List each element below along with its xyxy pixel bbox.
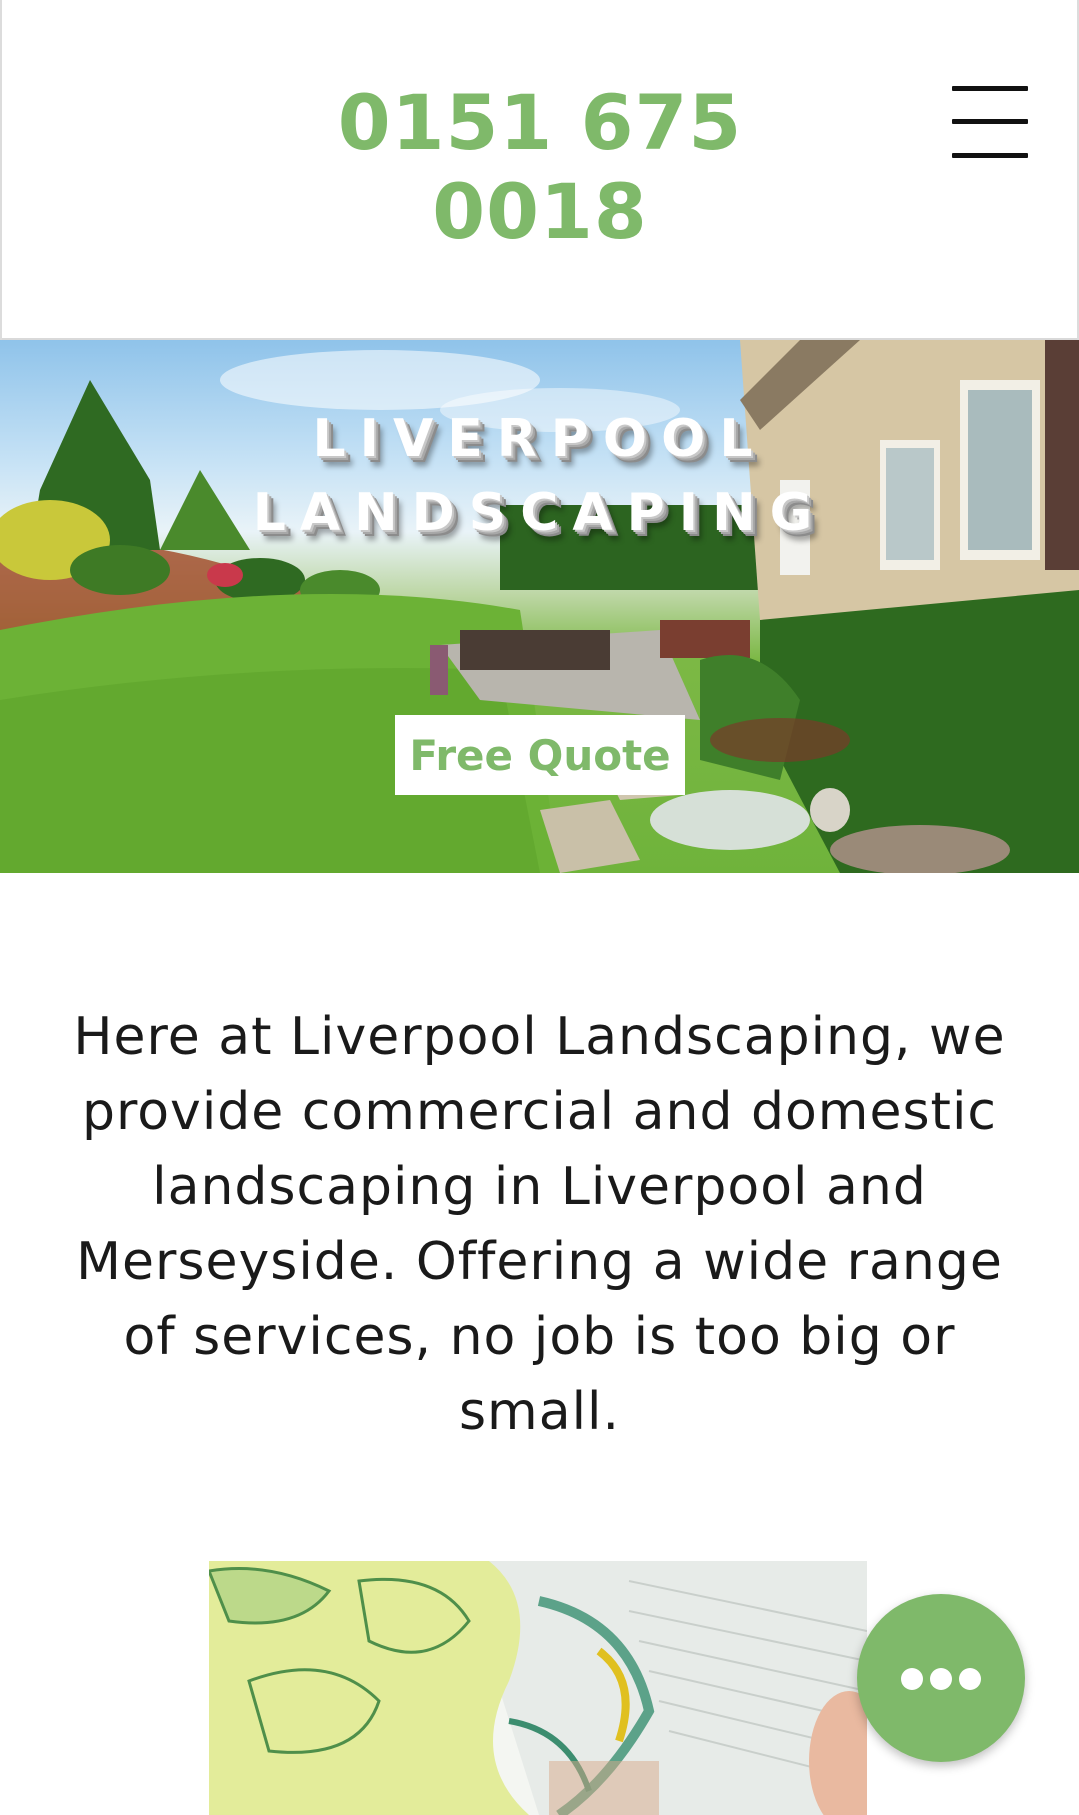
hero-title: LIVERPOOL LANDSCAPING [0,402,1079,550]
hero-title-line-2: LANDSCAPING [252,483,827,543]
hero-title-line-1: LIVERPOOL [312,409,767,469]
header-border-left [0,0,2,340]
intro-text: Here at Liverpool Landscaping, we provid… [73,1007,1006,1442]
free-quote-button[interactable]: Free Quote [395,715,685,795]
more-dots-icon[interactable] [857,1594,1025,1762]
hero-banner: LIVERPOOL LANDSCAPING Free Quote [0,340,1079,873]
landscape-plan-image [209,1561,867,1815]
site-header: 0151 675 0018 [0,0,1079,340]
landscape-plan-drawing [209,1561,867,1815]
hamburger-menu-icon[interactable] [952,86,1028,158]
phone-number-link[interactable]: 0151 675 0018 [260,78,820,256]
